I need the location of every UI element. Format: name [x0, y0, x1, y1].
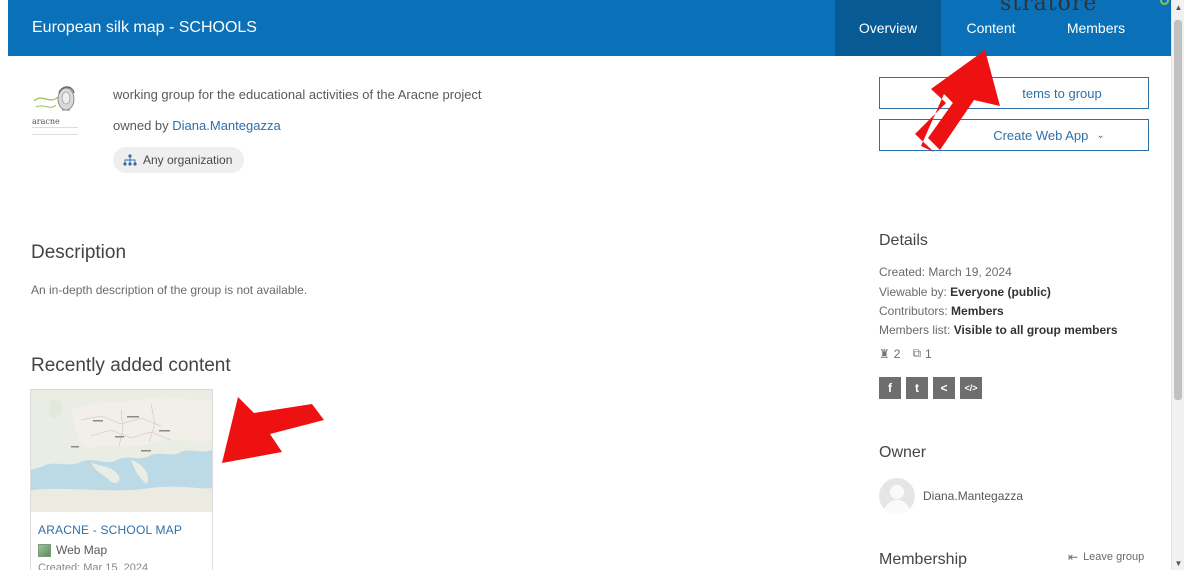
membership-heading: Membership — [879, 551, 968, 568]
facebook-share-icon[interactable]: f — [879, 377, 901, 399]
owned-by-prefix: owned by — [113, 118, 169, 133]
details-heading: Details — [879, 232, 928, 249]
corner-brand-text: stratore — [1000, 0, 1098, 16]
group-title: European silk map - SCHOOLS — [32, 19, 257, 36]
details-created: Created: March 19, 2024 — [879, 265, 1012, 279]
group-page: European silk map - SCHOOLS Overview Con… — [0, 0, 1184, 570]
access-chip-label: Any organization — [143, 153, 233, 167]
organization-icon — [123, 154, 137, 166]
group-counts: ♜ 2 ⧉ 1 — [879, 346, 944, 361]
members-count-icon: ♜ — [879, 346, 890, 361]
owned-by-line: owned by Diana.Mantegazza — [113, 118, 281, 133]
avatar[interactable] — [879, 478, 915, 514]
members-count: 2 — [893, 346, 901, 361]
members-list-label: Members list: — [879, 323, 951, 337]
map-thumbnail[interactable] — [31, 390, 212, 512]
leave-group-button[interactable]: ⇤ Leave group — [1068, 550, 1144, 564]
items-count-icon: ⧉ — [912, 346, 922, 360]
content-card[interactable]: ARACNE - SCHOOL MAP Web Map Created: Mar… — [30, 389, 213, 570]
contributors-value: Members — [951, 304, 1004, 318]
members-list-value: Visible to all group members — [953, 323, 1118, 337]
owner-name[interactable]: Diana.Mantegazza — [923, 489, 1023, 503]
content-card-type-label: Web Map — [56, 543, 108, 557]
create-web-app-label: Create Web App — [993, 127, 1089, 143]
group-logo: aracne — [32, 83, 82, 135]
recent-content-heading: Recently added content — [31, 355, 231, 376]
chevron-down-icon: ⌄ — [1096, 129, 1105, 141]
viewable-value: Everyone (public) — [950, 285, 1051, 299]
red-arrow-to-content-card-icon — [222, 397, 324, 463]
logo-caption: aracne — [32, 117, 60, 126]
share-icon[interactable]: < — [933, 377, 955, 399]
add-items-button[interactable]: tems to group — [879, 77, 1149, 109]
content-card-type: Web Map — [38, 543, 107, 557]
details-contributors: Contributors: Members — [879, 304, 1004, 318]
details-members-list: Members list: Visible to all group membe… — [879, 323, 1118, 337]
group-summary: working group for the educational activi… — [113, 87, 482, 102]
page-scrollbar[interactable]: ▲ ▼ — [1171, 0, 1184, 570]
spider-lady-logo-icon — [33, 86, 75, 111]
avatar-head-icon — [890, 485, 904, 499]
content-card-title[interactable]: ARACNE - SCHOOL MAP — [38, 523, 182, 537]
viewable-label: Viewable by: — [879, 285, 947, 299]
add-items-button-label: tems to group — [1022, 85, 1102, 101]
group-tabs: Overview Content Members — [835, 0, 1151, 56]
web-map-icon — [38, 543, 51, 557]
scrollbar-thumb[interactable] — [1174, 20, 1182, 400]
twitter-share-icon[interactable]: t — [906, 377, 928, 399]
items-count: 1 — [925, 346, 932, 361]
create-web-app-button[interactable]: Create Web App ⌄ — [879, 119, 1149, 151]
leave-group-icon: ⇤ — [1068, 550, 1079, 564]
description-text: An in-depth description of the group is … — [31, 283, 308, 297]
tab-overview[interactable]: Overview — [835, 0, 941, 56]
owner-heading: Owner — [879, 444, 927, 461]
share-buttons: f t < </> — [879, 377, 987, 399]
content-card-created: Created: Mar 15, 2024 — [38, 562, 149, 570]
avatar-body-icon — [884, 500, 910, 514]
embed-code-icon[interactable]: </> — [960, 377, 982, 399]
europe-map-thumbnail-image — [31, 390, 212, 512]
details-viewable: Viewable by: Everyone (public) — [879, 285, 1051, 299]
logo-fine-print — [32, 127, 78, 135]
description-heading: Description — [31, 242, 127, 263]
access-chip: Any organization — [113, 147, 245, 173]
owner-link[interactable]: Diana.Mantegazza — [172, 118, 280, 133]
contributors-label: Contributors: — [879, 304, 948, 318]
scroll-up-icon[interactable]: ▲ — [1172, 2, 1184, 14]
scroll-down-icon[interactable]: ▼ — [1172, 558, 1184, 570]
group-header-bar: European silk map - SCHOOLS Overview Con… — [8, 0, 1171, 56]
leave-group-label: Leave group — [1083, 551, 1145, 563]
